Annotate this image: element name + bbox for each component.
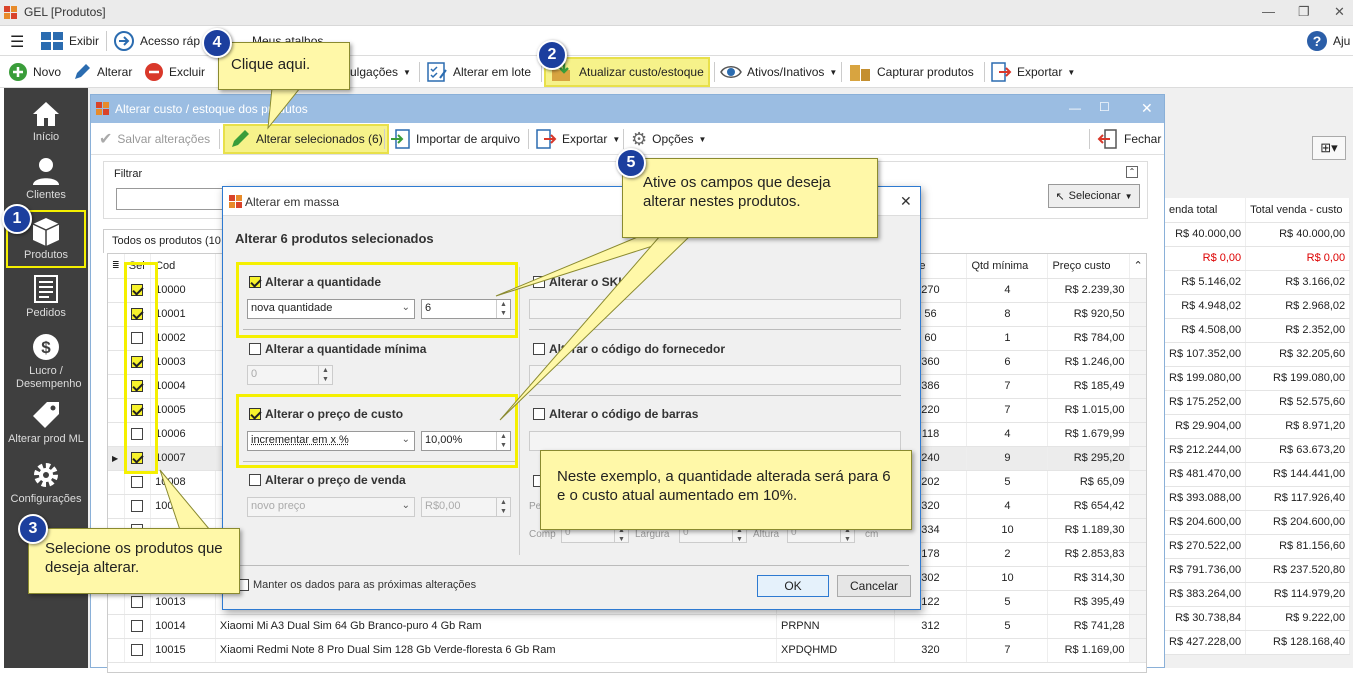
- step-badge-5: 5: [616, 148, 646, 178]
- step-badge-4: 4: [202, 28, 232, 58]
- callout-exemplo: Neste exemplo, a quantidade alterada ser…: [540, 450, 912, 530]
- callout-ative-campos: Ative os campos que deseja alterar neste…: [622, 158, 878, 238]
- step-badge-3: 3: [18, 514, 48, 544]
- step-badge-1: 1: [2, 204, 32, 234]
- callout-clique-aqui: Clique aqui.: [218, 42, 350, 90]
- callout-selecione-produtos: Selecione os produtos que deseja alterar…: [28, 528, 240, 594]
- step-badge-2: 2: [537, 40, 567, 70]
